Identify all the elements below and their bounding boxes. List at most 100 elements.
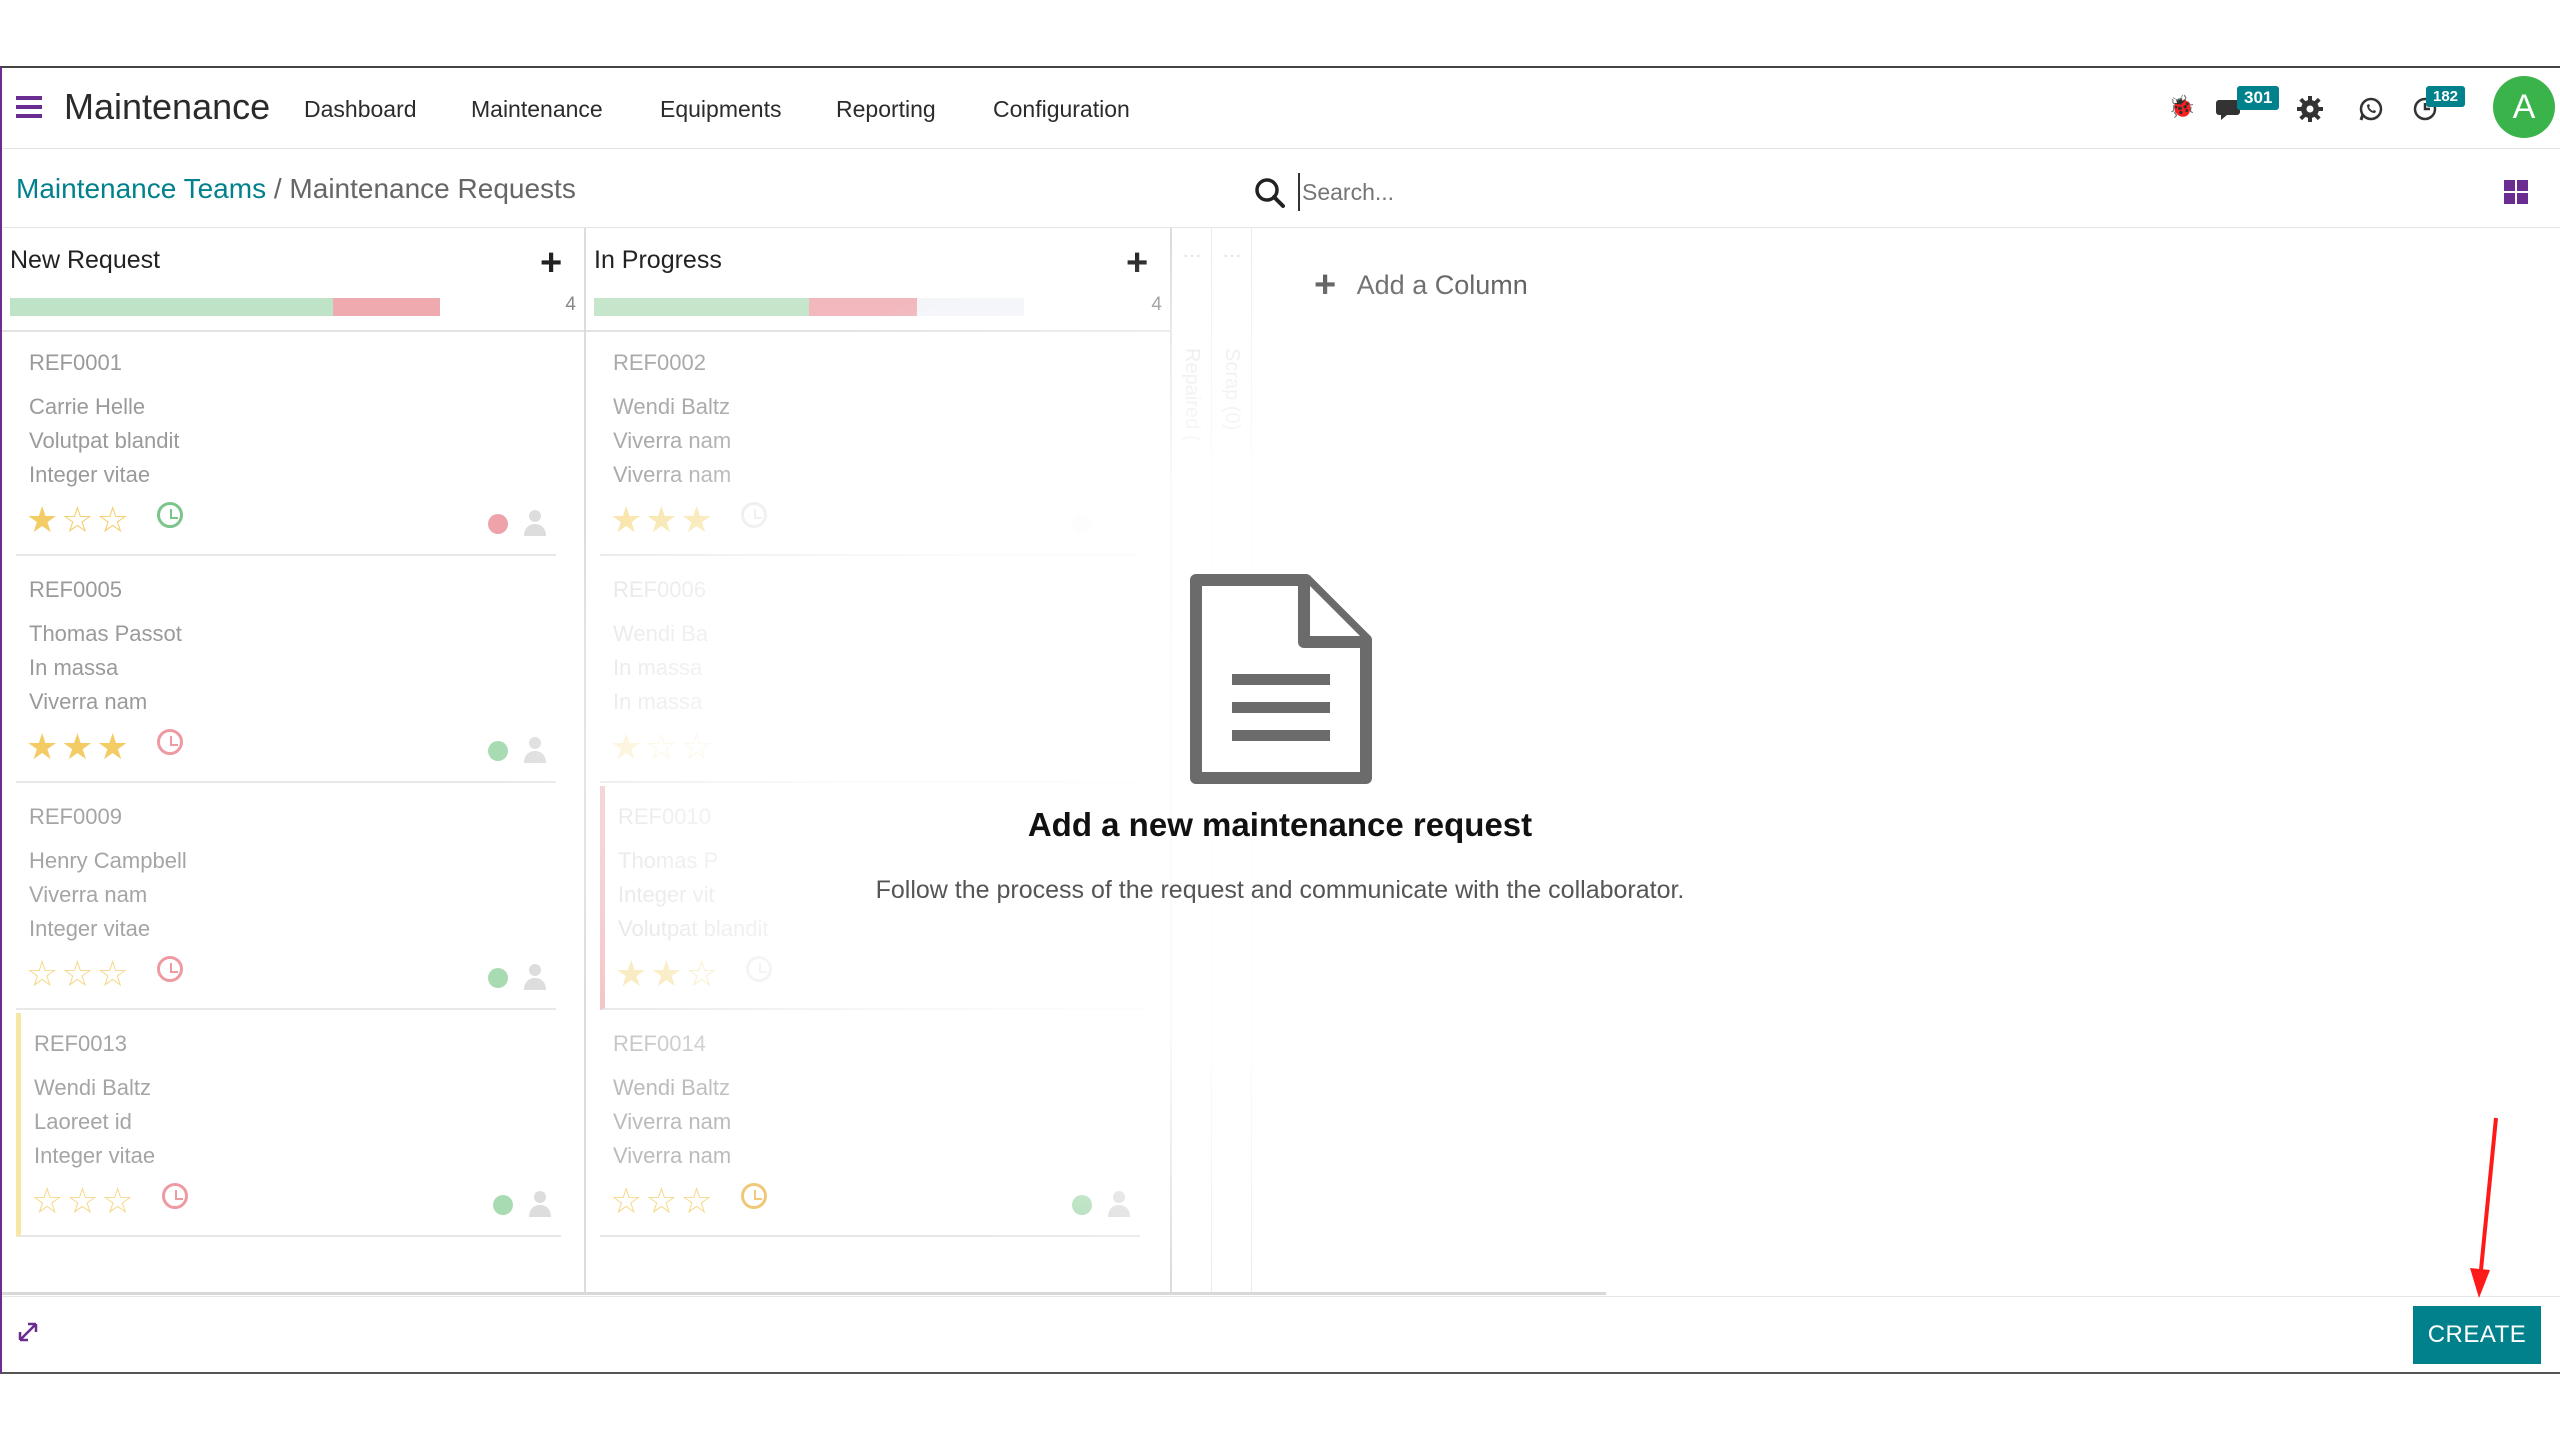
priority-stars[interactable]: ★☆☆: [610, 729, 716, 765]
nav-maintenance[interactable]: Maintenance: [471, 96, 603, 123]
search-input[interactable]: [1298, 173, 2204, 211]
user-avatar-icon[interactable]: [524, 508, 546, 536]
ellipsis-icon: …: [1182, 240, 1202, 262]
card-line: Thomas Passot: [29, 621, 182, 646]
kanban-state-dot[interactable]: [488, 514, 508, 534]
kanban-state-dot[interactable]: [488, 968, 508, 988]
card-ref: REF0001: [29, 350, 122, 375]
empty-state-title: Add a new maintenance request: [1027, 806, 1533, 843]
activity-clock-icon[interactable]: [741, 502, 767, 528]
priority-stars[interactable]: ☆☆☆: [26, 956, 132, 992]
card-line: Viverra nam: [613, 462, 732, 487]
card-line: Wendi Ba: [613, 621, 708, 646]
whatsapp-icon[interactable]: [2358, 96, 2384, 127]
horizontal-scrollbar[interactable]: [2, 1292, 1606, 1295]
kanban-card[interactable]: REF0001 Carrie Helle Volutpat blandit In…: [16, 332, 556, 556]
ellipsis-icon: …: [1222, 240, 1242, 262]
card-ref: REF0013: [34, 1031, 127, 1056]
avatar-letter: A: [2512, 88, 2536, 126]
card-line: Thomas P: [618, 848, 719, 873]
kanban-card[interactable]: REF0009 Henry Campbell Viverra nam Integ…: [16, 786, 556, 1010]
progress-green: [594, 298, 809, 316]
card-ref: REF0010: [618, 804, 711, 829]
kanban-state-dot[interactable]: [1072, 1195, 1092, 1215]
card-line: Carrie Helle: [29, 394, 146, 419]
nav-configuration[interactable]: Configuration: [993, 96, 1130, 123]
nav-equipments[interactable]: Equipments: [660, 96, 781, 123]
card-line: Viverra nam: [613, 1143, 732, 1168]
activity-clock-icon[interactable]: [157, 502, 183, 528]
column-title[interactable]: In Progress: [594, 246, 722, 275]
card-line: Viverra nam: [613, 428, 732, 453]
document-icon: [1186, 572, 1376, 793]
bug-icon[interactable]: 🐞: [2168, 94, 2195, 120]
kanban-column-new-request: New Request + 4 REF0001 Carrie Helle Vol…: [2, 228, 586, 1294]
kanban-state-dot[interactable]: [488, 741, 508, 761]
create-button[interactable]: CREATE: [2413, 1306, 2541, 1364]
kanban-card[interactable]: REF0005 Thomas Passot In massa Viverra n…: [16, 559, 556, 783]
priority-stars[interactable]: ★★☆: [615, 956, 721, 992]
card-ref: REF0006: [613, 577, 706, 602]
priority-stars[interactable]: ★☆☆: [26, 502, 132, 538]
card-line: Henry Campbell: [29, 848, 187, 873]
kanban-state-dot[interactable]: [493, 1195, 513, 1215]
user-avatar-icon[interactable]: [524, 962, 546, 990]
folded-column-title: Repaired (: [1181, 348, 1203, 442]
annotation-arrow: [2470, 1117, 2498, 1298]
expand-icon[interactable]: [16, 1320, 40, 1349]
card-line: Laoreet id: [34, 1109, 132, 1134]
column-progressbar[interactable]: [10, 298, 440, 316]
kanban-state-dot[interactable]: [1072, 514, 1092, 534]
column-header: New Request + 4: [2, 228, 584, 332]
activity-clock-icon[interactable]: [157, 956, 183, 982]
kanban-card[interactable]: REF0013 Wendi Baltz Laoreet id Integer v…: [16, 1013, 561, 1237]
column-title[interactable]: New Request: [10, 246, 160, 275]
column-progressbar[interactable]: [594, 298, 1024, 316]
kanban-column-in-progress: In Progress + 4 REF0002 Wendi Baltz Vive…: [586, 228, 1172, 1294]
activity-clock-icon[interactable]: [741, 1183, 767, 1209]
folded-column-title: Scrap (0): [1221, 348, 1243, 431]
card-line: Viverra nam: [29, 882, 148, 907]
empty-state-text: Follow the process of the request and co…: [875, 876, 1685, 904]
priority-stars[interactable]: ★★★: [610, 502, 716, 538]
priority-stars[interactable]: ★★★: [26, 729, 132, 765]
card-ref: REF0005: [29, 577, 122, 602]
breadcrumb-current: Maintenance Requests: [289, 173, 576, 204]
progress-green: [10, 298, 333, 316]
add-column-label: Add a Column: [1356, 270, 1528, 300]
card-line: Viverra nam: [29, 689, 148, 714]
kanban-view-icon[interactable]: [2504, 180, 2528, 204]
card-line: Volutpat blandit: [618, 916, 769, 941]
user-avatar-icon[interactable]: [524, 735, 546, 763]
activity-clock-icon[interactable]: [157, 729, 183, 755]
priority-stars[interactable]: ☆☆☆: [31, 1183, 137, 1219]
card-ref: REF0002: [613, 350, 706, 375]
card-line: Volutpat blandit: [29, 428, 180, 453]
user-avatar-icon[interactable]: [1108, 1189, 1130, 1217]
add-quick-create-icon[interactable]: +: [540, 244, 562, 282]
menu-icon[interactable]: [16, 96, 42, 118]
card-line: In massa: [29, 655, 119, 680]
avatar[interactable]: A: [2493, 76, 2555, 138]
kanban-card[interactable]: REF0006 Wendi Ba In massa In massa ★☆☆: [600, 559, 1140, 783]
card-line: Integer vitae: [29, 462, 151, 487]
activity-clock-icon[interactable]: [746, 956, 772, 982]
kanban-card[interactable]: REF0014 Wendi Baltz Viverra nam Viverra …: [600, 1013, 1140, 1237]
gear-icon[interactable]: [2297, 96, 2323, 127]
search-icon[interactable]: [1254, 177, 1286, 214]
breadcrumb-parent[interactable]: Maintenance Teams: [16, 173, 266, 204]
card-ref: REF0014: [613, 1031, 706, 1056]
card-line: In massa: [613, 689, 703, 714]
column-count: 4: [565, 294, 576, 315]
add-column-button[interactable]: + Add a Column: [1314, 264, 1528, 307]
add-quick-create-icon[interactable]: +: [1126, 244, 1148, 282]
card-line: Integer vitae: [29, 916, 151, 941]
card-line: Integer vitae: [34, 1143, 156, 1168]
app-title[interactable]: Maintenance: [64, 86, 270, 128]
priority-stars[interactable]: ☆☆☆: [610, 1183, 716, 1219]
activity-clock-icon[interactable]: [162, 1183, 188, 1209]
kanban-card[interactable]: REF0002 Wendi Baltz Viverra nam Viverra …: [600, 332, 1140, 556]
user-avatar-icon[interactable]: [529, 1189, 551, 1217]
nav-reporting[interactable]: Reporting: [836, 96, 936, 123]
nav-dashboard[interactable]: Dashboard: [304, 96, 417, 123]
